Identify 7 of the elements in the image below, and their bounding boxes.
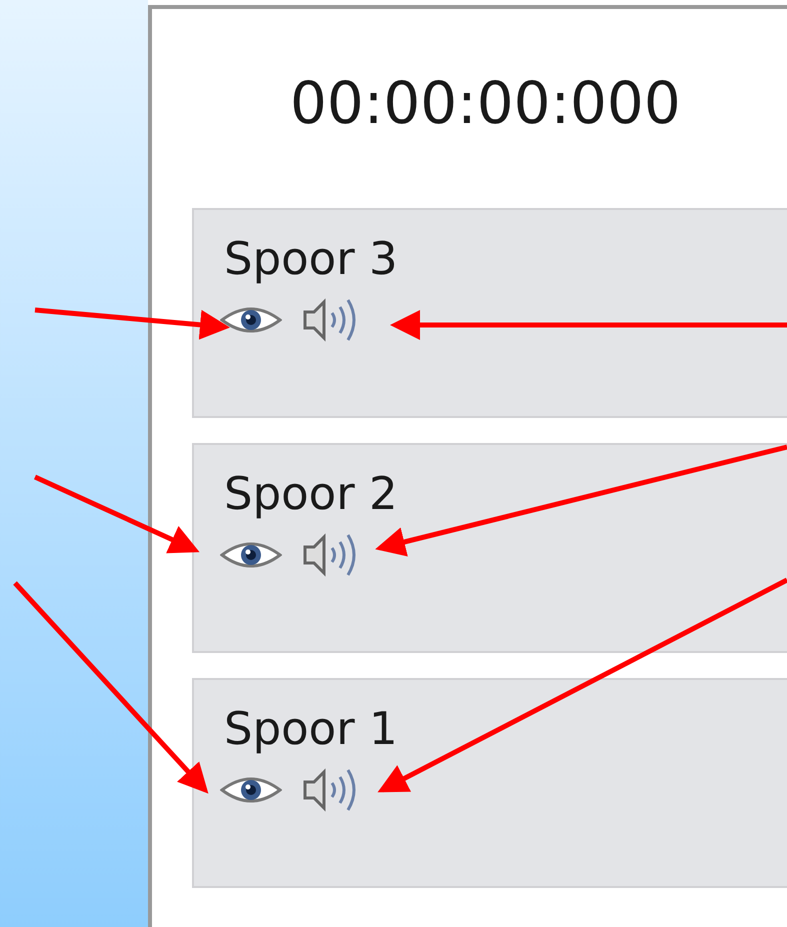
track-name: Spoor 3 (224, 234, 398, 284)
timecode: 00:00:00:000 (290, 74, 681, 132)
track-header[interactable]: Spoor 1 (192, 678, 787, 888)
track-header[interactable]: Spoor 3 (192, 208, 787, 418)
track-header[interactable]: Spoor 2 (192, 443, 787, 653)
track-name: Spoor 1 (224, 704, 398, 754)
track-name: Spoor 2 (224, 469, 398, 518)
